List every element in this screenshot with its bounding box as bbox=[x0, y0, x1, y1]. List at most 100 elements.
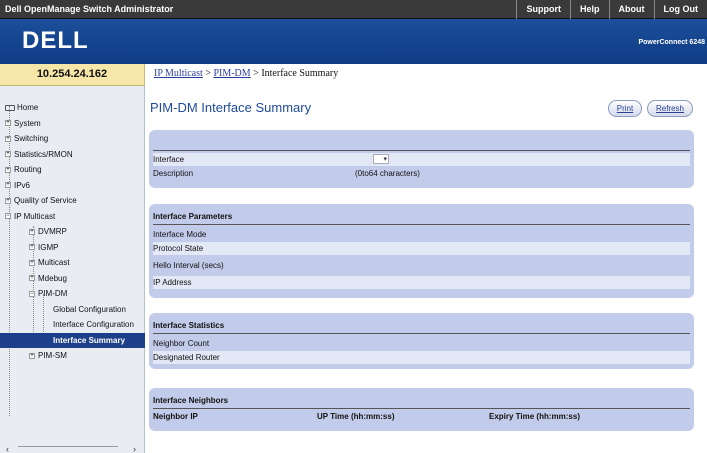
sidebar-item-label: DVMRP bbox=[38, 227, 67, 236]
interface-parameters-panel: Interface Parameters Interface Mode Prot… bbox=[149, 204, 694, 298]
sidebar-item-label: IPv6 bbox=[14, 180, 31, 190]
panel-heading: Interface Statistics bbox=[153, 321, 225, 330]
sidebar-item-igmp[interactable]: + IGMP bbox=[0, 240, 145, 256]
description-hint: (0to64 characters) bbox=[355, 169, 420, 178]
panel-heading: Interface Parameters bbox=[153, 212, 233, 221]
print-button[interactable]: Print bbox=[608, 100, 642, 117]
sidebar-item-label: System bbox=[14, 118, 41, 128]
sidebar-item-ipv6[interactable]: + IPv6 bbox=[0, 178, 145, 194]
nav-tree: Home + System + Switching + Statistics/RMON… bbox=[0, 100, 145, 364]
logout-link[interactable]: Log Out bbox=[653, 0, 707, 19]
breadcrumb-ip-multicast-link[interactable]: IP Multicast bbox=[154, 68, 203, 79]
dell-logo: DELL bbox=[22, 27, 89, 54]
sidebar-item-label: Interface Configuration bbox=[53, 320, 134, 329]
stat-row: Designated Router bbox=[153, 351, 690, 364]
sidebar-item-system[interactable]: + System bbox=[0, 116, 145, 132]
panel-heading: Interface Neighbors bbox=[153, 396, 229, 405]
sidebar: Home + System + Switching + Statistics/RMON… bbox=[0, 86, 145, 453]
expand-icon[interactable]: + bbox=[29, 259, 35, 266]
breadcrumb-pim-dm-link[interactable]: PIM-DM bbox=[213, 68, 250, 79]
sidebar-item-label: PIM-SM bbox=[38, 351, 67, 360]
refresh-button[interactable]: Refresh bbox=[647, 100, 693, 117]
brand-bar: DELL PowerConnect 6248 bbox=[0, 19, 707, 64]
divider bbox=[153, 224, 690, 225]
about-link[interactable]: About bbox=[608, 0, 654, 19]
sidebar-item-pim-dm[interactable]: − PIM-DM bbox=[0, 286, 145, 302]
sidebar-item-home[interactable]: Home bbox=[0, 100, 145, 116]
expand-icon[interactable]: + bbox=[5, 197, 11, 204]
expand-icon[interactable]: + bbox=[5, 135, 11, 142]
ip-address: 10.254.24.162 bbox=[0, 64, 145, 86]
sidebar-item-pim-sm[interactable]: + PIM-SM bbox=[0, 348, 145, 364]
column-header: Expiry Time (hh:mm:ss) bbox=[489, 412, 580, 421]
sidebar-item-interface-summary[interactable]: Interface Summary bbox=[0, 332, 145, 348]
sidebar-item-routing[interactable]: + Routing bbox=[0, 162, 145, 178]
chevron-down-icon: ▾ bbox=[383, 156, 387, 163]
interface-row: Interface ▾ bbox=[153, 153, 690, 166]
param-row: Protocol State bbox=[153, 242, 690, 255]
expand-icon[interactable]: + bbox=[5, 120, 11, 127]
interface-select[interactable]: ▾ bbox=[373, 154, 389, 164]
breadcrumb-separator: > bbox=[202, 68, 214, 79]
breadcrumb-separator: > bbox=[250, 68, 262, 79]
expand-icon[interactable]: + bbox=[29, 275, 35, 282]
expand-icon[interactable]: + bbox=[29, 244, 35, 251]
sidebar-item-label: IGMP bbox=[38, 242, 59, 252]
description-row: Description (0to64 characters) bbox=[153, 167, 690, 180]
interface-label: Interface bbox=[153, 155, 185, 164]
expand-icon[interactable]: + bbox=[5, 151, 11, 158]
sidebar-item-label: Quality of Service bbox=[14, 196, 77, 205]
scroll-right-icon[interactable]: › bbox=[133, 444, 136, 453]
sidebar-item-mdebug[interactable]: + Mdebug bbox=[0, 271, 145, 287]
divider bbox=[153, 150, 690, 151]
sidebar-item-dvmrp[interactable]: + DVMRP bbox=[0, 224, 145, 240]
home-icon bbox=[5, 104, 15, 111]
page-title: PIM-DM Interface Summary bbox=[150, 100, 312, 115]
sidebar-item-label: Mdebug bbox=[38, 273, 67, 283]
breadcrumb: IP Multicast > PIM-DM > Interface Summar… bbox=[154, 68, 338, 79]
sidebar-item-interface-configuration[interactable]: Interface Configuration bbox=[0, 317, 145, 333]
sidebar-item-global-configuration[interactable]: Global Configuration bbox=[0, 302, 145, 318]
expand-icon[interactable]: + bbox=[5, 182, 11, 189]
support-link[interactable]: Support bbox=[516, 0, 570, 19]
divider bbox=[153, 408, 690, 409]
sidebar-item-switching[interactable]: + Switching bbox=[0, 131, 145, 147]
top-menu-bar: Dell OpenManage Switch Administrator Sup… bbox=[0, 0, 707, 19]
expand-icon[interactable]: + bbox=[5, 166, 11, 173]
scroll-left-icon[interactable]: ‹ bbox=[6, 444, 9, 453]
sidebar-item-label: Multicast bbox=[38, 258, 70, 267]
column-header: Neighbor IP bbox=[153, 412, 198, 421]
table-header-row: Neighbor IP UP Time (hh:mm:ss) Expiry Ti… bbox=[153, 410, 690, 423]
expand-icon[interactable]: + bbox=[29, 352, 35, 359]
sidebar-item-label: Global Configuration bbox=[53, 304, 126, 314]
column-header: UP Time (hh:mm:ss) bbox=[317, 412, 395, 421]
sidebar-item-label: Statistics/RMON bbox=[14, 149, 73, 159]
sidebar-item-label: Routing bbox=[14, 165, 42, 174]
sidebar-item-statistics[interactable]: + Statistics/RMON bbox=[0, 147, 145, 163]
sidebar-item-label: Home bbox=[17, 103, 39, 112]
top-links: Support Help About Log Out bbox=[516, 0, 707, 19]
sidebar-item-label: IP Multicast bbox=[14, 211, 56, 221]
sidebar-horizontal-scrollbar[interactable]: ‹ › bbox=[6, 444, 136, 453]
collapse-icon[interactable]: − bbox=[5, 213, 11, 220]
help-link[interactable]: Help bbox=[569, 0, 609, 19]
expand-icon[interactable]: + bbox=[29, 228, 35, 235]
param-row: IP Address bbox=[153, 276, 690, 289]
sidebar-item-ip-multicast[interactable]: − IP Multicast bbox=[0, 209, 145, 225]
sidebar-item-label: PIM-DM bbox=[38, 289, 68, 298]
stat-row: Neighbor Count bbox=[153, 339, 210, 348]
app-title: Dell OpenManage Switch Administrator bbox=[5, 4, 174, 14]
sidebar-item-multicast[interactable]: + Multicast bbox=[0, 255, 145, 271]
scrollbar-track[interactable] bbox=[18, 446, 118, 451]
sidebar-item-label: Switching bbox=[14, 134, 49, 143]
param-row: Interface Mode bbox=[153, 230, 207, 239]
interface-statistics-panel: Interface Statistics Neighbor Count Desi… bbox=[149, 313, 694, 369]
param-row: Hello Interval (secs) bbox=[153, 261, 224, 270]
sidebar-item-label: Interface Summary bbox=[53, 335, 126, 345]
sidebar-item-qos[interactable]: + Quality of Service bbox=[0, 193, 145, 209]
interface-neighbors-panel: Interface Neighbors Neighbor IP UP Time … bbox=[149, 388, 694, 431]
divider bbox=[153, 333, 690, 334]
description-label: Description bbox=[153, 169, 194, 178]
interface-panel: Interface ▾ Description (0to64 character… bbox=[149, 130, 694, 188]
collapse-icon[interactable]: − bbox=[29, 290, 35, 297]
